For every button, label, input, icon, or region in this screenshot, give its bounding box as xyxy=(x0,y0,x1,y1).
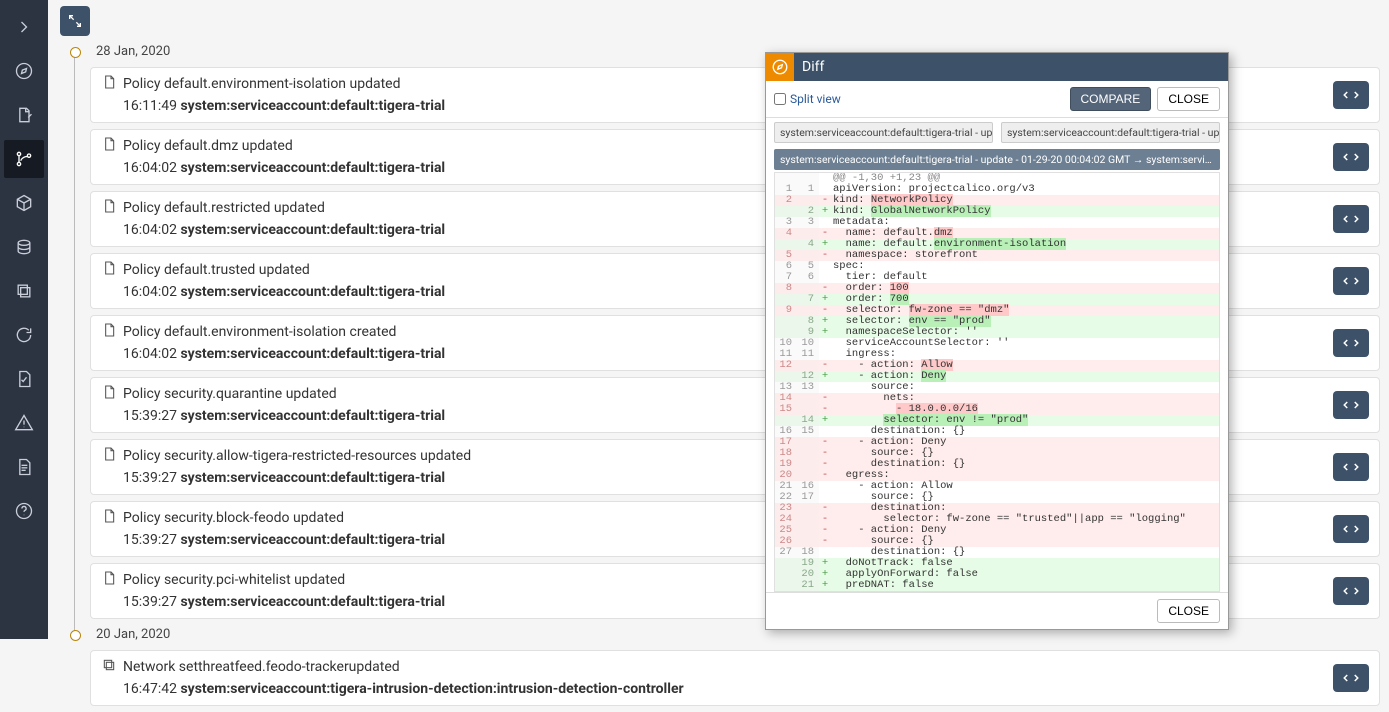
entry-diff-button[interactable] xyxy=(1333,515,1369,543)
entry-user: system:serviceaccount:default:tigera-tri… xyxy=(180,470,445,486)
sidebar-item-policies[interactable] xyxy=(4,96,44,134)
expand-icon xyxy=(67,13,83,29)
entry-user: system:serviceaccount:default:tigera-tri… xyxy=(180,98,445,114)
diff-footer: CLOSE xyxy=(766,592,1228,629)
doc-icon xyxy=(101,322,117,342)
edit-doc-icon xyxy=(14,105,34,125)
diff-panel: Diff Split view COMPARE CLOSE system:ser… xyxy=(765,52,1229,630)
entry-title: Policy default.environment-isolation upd… xyxy=(123,76,401,92)
entry-title: Policy security.allow-tigera-restricted-… xyxy=(123,448,471,464)
entry-user: system:serviceaccount:tigera-intrusion-d… xyxy=(180,681,683,697)
diff-header-icon xyxy=(766,53,794,81)
diff-body[interactable]: @@ -1,30 +1,23 @@11 apiVersion: projectc… xyxy=(774,172,1220,592)
entry-diff-button[interactable] xyxy=(1333,577,1369,605)
entry-time: 15:39:27 xyxy=(123,470,177,486)
entry-title: Policy security.quarantine updated xyxy=(123,386,337,402)
entry-diff-button[interactable] xyxy=(1333,205,1369,233)
sidebar-item-help[interactable] xyxy=(4,492,44,530)
entry-diff-button[interactable] xyxy=(1333,664,1369,692)
entry-user: system:serviceaccount:default:tigera-tri… xyxy=(180,284,445,300)
close-button-top[interactable]: CLOSE xyxy=(1157,87,1220,111)
diff-subheader: system:serviceaccount:default:tigera-tri… xyxy=(774,149,1220,170)
diff-title: Diff xyxy=(802,59,824,75)
entry-title: Policy default.trusted updated xyxy=(123,262,310,278)
entry-user: system:serviceaccount:default:tigera-tri… xyxy=(180,222,445,238)
branch-icon xyxy=(14,149,34,169)
entry-user: system:serviceaccount:default:tigera-tri… xyxy=(180,346,445,362)
entry-title: Policy security.pci-whitelist updated xyxy=(123,572,345,588)
split-view-checkbox[interactable]: Split view xyxy=(774,92,841,106)
diff-left-selector[interactable]: system:serviceaccount:default:tigera-tri… xyxy=(774,122,993,143)
doc-icon xyxy=(101,260,117,280)
doc-icon xyxy=(101,508,117,528)
entry-user: system:serviceaccount:default:tigera-tri… xyxy=(180,408,445,424)
diff-toolbar: Split view COMPARE CLOSE xyxy=(766,81,1228,118)
sidebar-item-logs[interactable] xyxy=(4,448,44,486)
sidebar-item-endpoints[interactable] xyxy=(4,228,44,266)
entry-user: system:serviceaccount:default:tigera-tri… xyxy=(180,532,445,548)
entry-time: 16:04:02 xyxy=(123,284,177,300)
entry-diff-button[interactable] xyxy=(1333,267,1369,295)
sidebar-item-timeline[interactable] xyxy=(4,140,44,178)
entry-title: Policy security.block-feodo updated xyxy=(123,510,344,526)
compass-icon xyxy=(771,58,789,76)
sidebar-item-compliance[interactable] xyxy=(4,360,44,398)
doc-icon xyxy=(101,570,117,590)
entry-title: Policy default.restricted updated xyxy=(123,200,325,216)
split-view-label: Split view xyxy=(790,92,841,106)
entry-time: 15:39:27 xyxy=(123,408,177,424)
nav-sidebar xyxy=(0,0,48,639)
entry-title: Policy default.environment-isolation cre… xyxy=(123,324,396,340)
warning-icon xyxy=(14,413,34,433)
stack-icon xyxy=(101,657,117,677)
entry-diff-button[interactable] xyxy=(1333,143,1369,171)
entry-diff-button[interactable] xyxy=(1333,453,1369,481)
compass-icon xyxy=(14,61,34,81)
entry-diff-button[interactable] xyxy=(1333,391,1369,419)
timeline-entry[interactable]: Network setthreatfeed.feodo-trackerupdat… xyxy=(90,650,1380,706)
entry-time: 15:39:27 xyxy=(123,594,177,610)
copy-icon xyxy=(14,281,34,301)
entry-diff-button[interactable] xyxy=(1333,81,1369,109)
entry-time: 15:39:27 xyxy=(123,532,177,548)
entry-time: 16:11:49 xyxy=(123,98,177,114)
doc-icon xyxy=(101,198,117,218)
list-doc-icon xyxy=(14,457,34,477)
sidebar-item-refresh[interactable] xyxy=(4,316,44,354)
help-icon xyxy=(14,501,34,521)
entry-title: Policy default.dmz updated xyxy=(123,138,293,154)
stack-icon xyxy=(14,237,34,257)
chevron-right-icon xyxy=(14,17,34,37)
sidebar-item-alerts[interactable] xyxy=(4,404,44,442)
diff-right-label: system:serviceaccount:default:tigera-tri… xyxy=(1007,126,1220,139)
entry-user: system:serviceaccount:default:tigera-tri… xyxy=(180,160,445,176)
doc-icon xyxy=(101,384,117,404)
entry-time: 16:47:42 xyxy=(123,681,177,697)
entry-time: 16:04:02 xyxy=(123,346,177,362)
refresh-icon xyxy=(14,325,34,345)
close-button-bottom[interactable]: CLOSE xyxy=(1157,599,1220,623)
diff-left-label: system:serviceaccount:default:tigera-tri… xyxy=(780,126,993,139)
expand-panel-button[interactable] xyxy=(60,6,90,36)
entry-time: 16:04:02 xyxy=(123,160,177,176)
sidebar-item-dashboard[interactable] xyxy=(4,52,44,90)
diff-right-selector[interactable]: system:serviceaccount:default:tigera-tri… xyxy=(1001,122,1220,143)
sidebar-toggle[interactable] xyxy=(4,8,44,46)
entry-user: system:serviceaccount:default:tigera-tri… xyxy=(180,594,445,610)
doc-icon xyxy=(101,74,117,94)
doc-icon xyxy=(101,136,117,156)
entry-title: Network setthreatfeed.feodo-trackerupdat… xyxy=(123,659,400,675)
entry-diff-button[interactable] xyxy=(1333,329,1369,357)
timeline-axis xyxy=(74,52,75,632)
compare-button[interactable]: COMPARE xyxy=(1070,87,1152,111)
doc-icon xyxy=(101,446,117,466)
diff-selectors: system:serviceaccount:default:tigera-tri… xyxy=(766,118,1228,147)
entry-time: 16:04:02 xyxy=(123,222,177,238)
diff-header: Diff xyxy=(766,53,1228,81)
check-doc-icon xyxy=(14,369,34,389)
cube-icon xyxy=(14,193,34,213)
sidebar-item-nodes[interactable] xyxy=(4,184,44,222)
sidebar-item-network[interactable] xyxy=(4,272,44,310)
